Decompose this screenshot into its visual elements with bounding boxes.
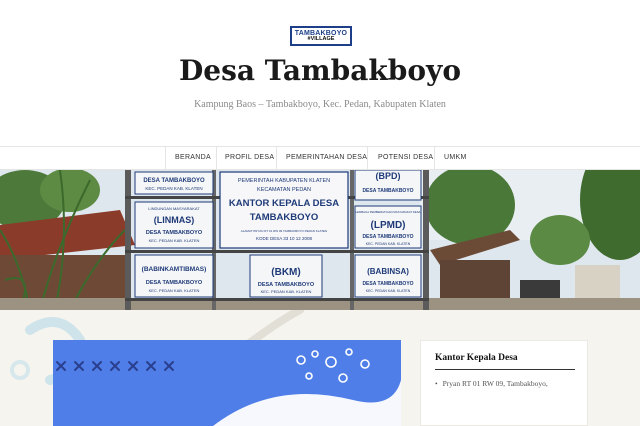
main-nav: BERANDA PROFIL DESA PEMERINTAHAN DESA PO… <box>0 146 640 170</box>
sign-lpmd-line1: DESA TAMBAKBOYO <box>362 234 413 240</box>
sign-bkm-title: (BKM) <box>271 267 300 278</box>
nav-item-profil-desa[interactable]: PROFIL DESA <box>225 147 274 169</box>
site-header: TAMBAKBOYO #VILLAGE Desa Tambakboyo Kamp… <box>0 0 640 146</box>
nav-item-potensi-desa[interactable]: POTENSI DESA <box>378 147 433 169</box>
nav-divider <box>367 147 368 169</box>
sign-kantor-title1: KANTOR KEPALA DESA <box>229 198 339 209</box>
content-area: Kantor Kepala Desa • Pryan RT 01 RW 09, T… <box>0 310 640 426</box>
sign-kantor-addr: ALAMAT PRYAN RT 01 RW 09 TAMBAKBOYO PEDA… <box>241 229 327 233</box>
sign-lpmd-line2: KEC. PEDAN KAB. KLATEN <box>366 242 411 246</box>
nav-divider <box>216 147 217 169</box>
sign-bkm-line1: DESA TAMBAKBOYO <box>258 282 315 288</box>
sign-babinkamtibmas-line1: DESA TAMBAKBOYO <box>146 280 203 286</box>
sign-babinsa-title: (BABINSA) <box>367 267 409 276</box>
nav-item-pemerintahan-desa[interactable]: PEMERINTAHAN DESA <box>286 147 367 169</box>
sign-bkm-line2: KEC. PEDAN KAB. KLATEN <box>261 289 312 294</box>
post-thumbnail-pattern <box>53 340 401 426</box>
site-tagline: Kampung Baos – Tambakboyo, Kec. Pedan, K… <box>194 99 446 110</box>
sign-kantor-line1: PEMERINTAH KABUPATEN KLATEN <box>238 178 330 184</box>
sign-linmas-line2: KEC. PEDAN KAB. KLATEN <box>149 238 200 243</box>
sign-babinsa-line2: KEC. PEDAN KAB. KLATEN <box>366 289 411 293</box>
sign-bpd-line1: DESA TAMBAKBOYO <box>362 188 413 194</box>
widget-list-item-text: Pryan RT 01 RW 09, Tambakboyo, <box>442 379 548 388</box>
sidebar-widget-kantor: Kantor Kepala Desa • Pryan RT 01 RW 09, T… <box>420 340 588 426</box>
nav-item-umkm[interactable]: UMKM <box>444 147 467 169</box>
sign-lpmd-small: LEMBAGA PEMBERDAYAAN MASYARAKAT DESA <box>356 210 421 214</box>
sign-linmas-small: LINDUNGAN MASYARAKAT <box>148 206 200 211</box>
hero-photo: DESA TAMBAKBOYO KEC. PEDAN KAB. KLATEN L… <box>0 170 640 310</box>
sign-babinkamtibmas-title: (BABINKAMTIBMAS) <box>142 266 207 273</box>
sign-kantor-line2: KECAMATAN PEDAN <box>257 187 311 193</box>
sign-top-left-line1: DESA TAMBAKBOYO <box>143 178 205 184</box>
sign-bpd-title: (BPD) <box>376 171 401 181</box>
nav-divider <box>165 147 166 169</box>
sign-kantor-code: KODE DESA 33 10 12 2008 <box>256 236 313 241</box>
sign-linmas-title: (LINMAS) <box>154 215 195 225</box>
nav-item-beranda[interactable]: BERANDA <box>175 147 211 169</box>
widget-divider <box>435 369 575 370</box>
nav-divider <box>276 147 277 169</box>
bullet-icon: • <box>435 379 438 388</box>
nav-divider <box>434 147 435 169</box>
sign-babinkamtibmas-line2: KEC. PEDAN KAB. KLATEN <box>149 288 200 293</box>
sign-linmas-line1: DESA TAMBAKBOYO <box>146 230 203 236</box>
featured-post-image[interactable] <box>53 340 401 426</box>
widget-list-item: • Pryan RT 01 RW 09, Tambakboyo, <box>435 379 548 388</box>
widget-title: Kantor Kepala Desa <box>435 353 518 363</box>
sign-babinsa-line1: DESA TAMBAKBOYO <box>362 281 413 287</box>
hero-image: DESA TAMBAKBOYO KEC. PEDAN KAB. KLATEN L… <box>0 170 640 310</box>
site-title[interactable]: Desa Tambakboyo <box>0 54 640 87</box>
sign-kantor-title2: TAMBAKBOYO <box>250 212 318 223</box>
site-logo[interactable]: TAMBAKBOYO #VILLAGE <box>290 26 352 46</box>
logo-line2: #VILLAGE <box>307 35 335 42</box>
sign-top-left-line2: KEC. PEDAN KAB. KLATEN <box>145 186 202 191</box>
sign-lpmd-title: (LPMD) <box>371 220 406 231</box>
